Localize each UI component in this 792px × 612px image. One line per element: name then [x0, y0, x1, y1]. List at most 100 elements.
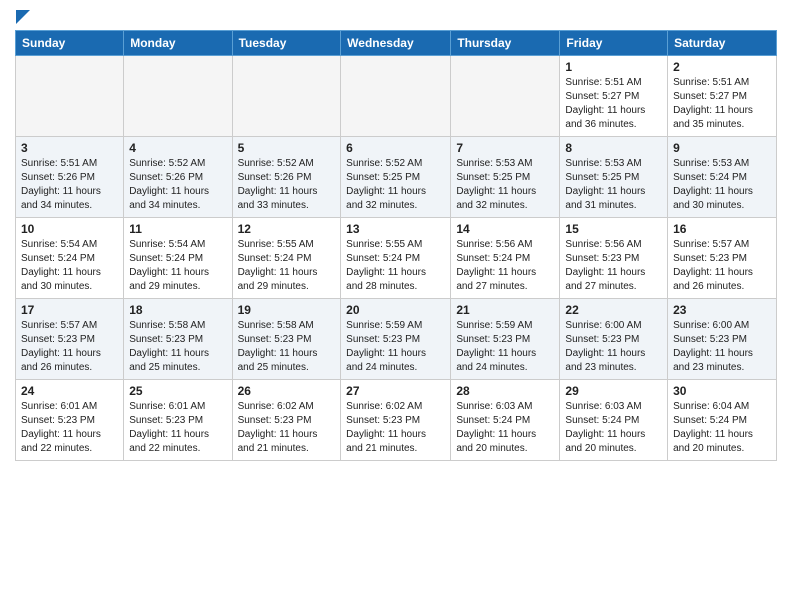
day-number: 7	[456, 141, 554, 155]
day-number: 24	[21, 384, 118, 398]
calendar-header-row: SundayMondayTuesdayWednesdayThursdayFrid…	[16, 31, 777, 56]
calendar-table: SundayMondayTuesdayWednesdayThursdayFrid…	[15, 30, 777, 461]
page-header	[15, 10, 777, 24]
day-number: 22	[565, 303, 662, 317]
calendar-day	[451, 56, 560, 137]
day-number: 3	[21, 141, 118, 155]
day-info: Sunrise: 5:54 AMSunset: 5:24 PMDaylight:…	[129, 238, 226, 294]
calendar-header-monday: Monday	[124, 31, 232, 56]
calendar-day: 8 Sunrise: 5:53 AMSunset: 5:25 PMDaylight…	[560, 137, 668, 218]
day-info: Sunrise: 6:03 AMSunset: 5:24 PMDaylight:…	[565, 400, 662, 456]
calendar-day: 11Sunrise: 5:54 AMSunset: 5:24 PMDayligh…	[124, 218, 232, 299]
day-info: Sunrise: 5:52 AMSunset: 5:26 PMDaylight:…	[238, 157, 336, 213]
day-number: 25	[129, 384, 226, 398]
day-number: 23	[673, 303, 771, 317]
day-info: Sunrise: 5:53 AMSunset: 5:25 PMDaylight:…	[565, 157, 662, 213]
day-info: Sunrise: 5:53 AMSunset: 5:25 PMDaylight:…	[456, 157, 554, 213]
day-number: 9	[673, 141, 771, 155]
calendar-header-sunday: Sunday	[16, 31, 124, 56]
day-info: Sunrise: 6:04 AMSunset: 5:24 PMDaylight:…	[673, 400, 771, 456]
calendar-day	[16, 56, 124, 137]
day-info: Sunrise: 5:58 AMSunset: 5:23 PMDaylight:…	[129, 319, 226, 375]
calendar-day: 4 Sunrise: 5:52 AMSunset: 5:26 PMDaylight…	[124, 137, 232, 218]
day-info: Sunrise: 6:00 AMSunset: 5:23 PMDaylight:…	[673, 319, 771, 375]
calendar-day: 16 Sunrise: 5:57 AMSunset: 5:23 PMDayligh…	[668, 218, 777, 299]
day-info: Sunrise: 5:51 AMSunset: 5:27 PMDaylight:…	[565, 76, 662, 132]
day-info: Sunrise: 5:55 AMSunset: 5:24 PMDaylight:…	[346, 238, 445, 294]
calendar-day: 26Sunrise: 6:02 AMSunset: 5:23 PMDayligh…	[232, 380, 341, 461]
day-info: Sunrise: 5:51 AMSunset: 5:27 PMDaylight:…	[673, 76, 771, 132]
calendar-day: 1 Sunrise: 5:51 AMSunset: 5:27 PMDaylight…	[560, 56, 668, 137]
day-number: 18	[129, 303, 226, 317]
calendar-day: 2 Sunrise: 5:51 AMSunset: 5:27 PMDaylight…	[668, 56, 777, 137]
day-number: 15	[565, 222, 662, 236]
logo-arrow-icon	[16, 10, 30, 24]
day-number: 27	[346, 384, 445, 398]
day-number: 29	[565, 384, 662, 398]
day-info: Sunrise: 5:59 AMSunset: 5:23 PMDaylight:…	[456, 319, 554, 375]
calendar-day	[341, 56, 451, 137]
day-number: 14	[456, 222, 554, 236]
day-number: 20	[346, 303, 445, 317]
day-info: Sunrise: 6:02 AMSunset: 5:23 PMDaylight:…	[238, 400, 336, 456]
calendar-day: 18 Sunrise: 5:58 AMSunset: 5:23 PMDayligh…	[124, 299, 232, 380]
calendar-week-row: 1 Sunrise: 5:51 AMSunset: 5:27 PMDaylight…	[16, 56, 777, 137]
day-number: 1	[565, 60, 662, 74]
day-info: Sunrise: 5:57 AMSunset: 5:23 PMDaylight:…	[673, 238, 771, 294]
calendar-header-thursday: Thursday	[451, 31, 560, 56]
calendar-day: 12Sunrise: 5:55 AMSunset: 5:24 PMDayligh…	[232, 218, 341, 299]
calendar-week-row: 3 Sunrise: 5:51 AMSunset: 5:26 PMDaylight…	[16, 137, 777, 218]
day-info: Sunrise: 5:57 AMSunset: 5:23 PMDaylight:…	[21, 319, 118, 375]
day-info: Sunrise: 5:52 AMSunset: 5:25 PMDaylight:…	[346, 157, 445, 213]
calendar-day: 25Sunrise: 6:01 AMSunset: 5:23 PMDayligh…	[124, 380, 232, 461]
day-info: Sunrise: 5:51 AMSunset: 5:26 PMDaylight:…	[21, 157, 118, 213]
page-container: SundayMondayTuesdayWednesdayThursdayFrid…	[0, 0, 792, 476]
calendar-day: 17 Sunrise: 5:57 AMSunset: 5:23 PMDayligh…	[16, 299, 124, 380]
calendar-day: 28Sunrise: 6:03 AMSunset: 5:24 PMDayligh…	[451, 380, 560, 461]
day-number: 5	[238, 141, 336, 155]
day-info: Sunrise: 5:52 AMSunset: 5:26 PMDaylight:…	[129, 157, 226, 213]
day-number: 10	[21, 222, 118, 236]
calendar-day: 20 Sunrise: 5:59 AMSunset: 5:23 PMDayligh…	[341, 299, 451, 380]
calendar-day: 29 Sunrise: 6:03 AMSunset: 5:24 PMDayligh…	[560, 380, 668, 461]
calendar-day: 9Sunrise: 5:53 AMSunset: 5:24 PMDaylight…	[668, 137, 777, 218]
day-info: Sunrise: 6:00 AMSunset: 5:23 PMDaylight:…	[565, 319, 662, 375]
calendar-day: 19Sunrise: 5:58 AMSunset: 5:23 PMDayligh…	[232, 299, 341, 380]
calendar-day: 7 Sunrise: 5:53 AMSunset: 5:25 PMDaylight…	[451, 137, 560, 218]
day-number: 8	[565, 141, 662, 155]
calendar-header-saturday: Saturday	[668, 31, 777, 56]
day-info: Sunrise: 5:56 AMSunset: 5:23 PMDaylight:…	[565, 238, 662, 294]
day-info: Sunrise: 5:58 AMSunset: 5:23 PMDaylight:…	[238, 319, 336, 375]
calendar-day: 22 Sunrise: 6:00 AMSunset: 5:23 PMDayligh…	[560, 299, 668, 380]
calendar-day: 13 Sunrise: 5:55 AMSunset: 5:24 PMDayligh…	[341, 218, 451, 299]
calendar-day: 23 Sunrise: 6:00 AMSunset: 5:23 PMDayligh…	[668, 299, 777, 380]
calendar-header-friday: Friday	[560, 31, 668, 56]
calendar-week-row: 10 Sunrise: 5:54 AMSunset: 5:24 PMDayligh…	[16, 218, 777, 299]
calendar-day: 21 Sunrise: 5:59 AMSunset: 5:23 PMDayligh…	[451, 299, 560, 380]
day-info: Sunrise: 5:54 AMSunset: 5:24 PMDaylight:…	[21, 238, 118, 294]
calendar-day: 6Sunrise: 5:52 AMSunset: 5:25 PMDaylight…	[341, 137, 451, 218]
day-info: Sunrise: 5:59 AMSunset: 5:23 PMDaylight:…	[346, 319, 445, 375]
day-number: 16	[673, 222, 771, 236]
day-info: Sunrise: 6:01 AMSunset: 5:23 PMDaylight:…	[21, 400, 118, 456]
calendar-day	[124, 56, 232, 137]
calendar-day: 10 Sunrise: 5:54 AMSunset: 5:24 PMDayligh…	[16, 218, 124, 299]
day-number: 13	[346, 222, 445, 236]
calendar-week-row: 24 Sunrise: 6:01 AMSunset: 5:23 PMDayligh…	[16, 380, 777, 461]
calendar-day: 15 Sunrise: 5:56 AMSunset: 5:23 PMDayligh…	[560, 218, 668, 299]
calendar-day: 30 Sunrise: 6:04 AMSunset: 5:24 PMDayligh…	[668, 380, 777, 461]
day-number: 12	[238, 222, 336, 236]
calendar-week-row: 17 Sunrise: 5:57 AMSunset: 5:23 PMDayligh…	[16, 299, 777, 380]
calendar-day: 14Sunrise: 5:56 AMSunset: 5:24 PMDayligh…	[451, 218, 560, 299]
calendar-day: 3 Sunrise: 5:51 AMSunset: 5:26 PMDaylight…	[16, 137, 124, 218]
calendar-day: 5 Sunrise: 5:52 AMSunset: 5:26 PMDaylight…	[232, 137, 341, 218]
calendar-header-tuesday: Tuesday	[232, 31, 341, 56]
day-number: 2	[673, 60, 771, 74]
day-number: 21	[456, 303, 554, 317]
day-number: 17	[21, 303, 118, 317]
day-number: 4	[129, 141, 226, 155]
day-number: 30	[673, 384, 771, 398]
calendar-day: 24 Sunrise: 6:01 AMSunset: 5:23 PMDayligh…	[16, 380, 124, 461]
calendar-day	[232, 56, 341, 137]
day-number: 28	[456, 384, 554, 398]
